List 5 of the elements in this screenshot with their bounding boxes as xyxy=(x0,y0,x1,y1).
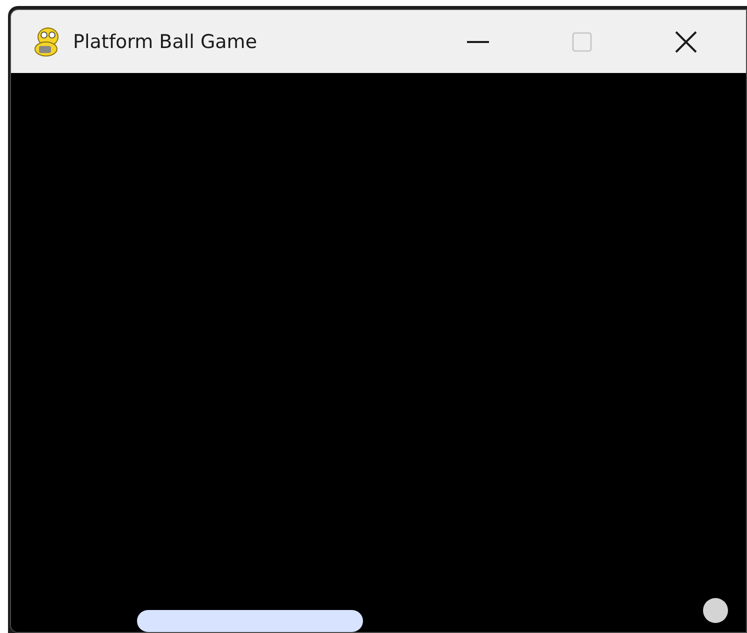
ball xyxy=(703,598,728,623)
window-title: Platform Ball Game xyxy=(73,30,258,52)
minimize-icon xyxy=(467,40,489,42)
close-icon xyxy=(675,30,697,52)
maximize-icon xyxy=(572,32,592,52)
